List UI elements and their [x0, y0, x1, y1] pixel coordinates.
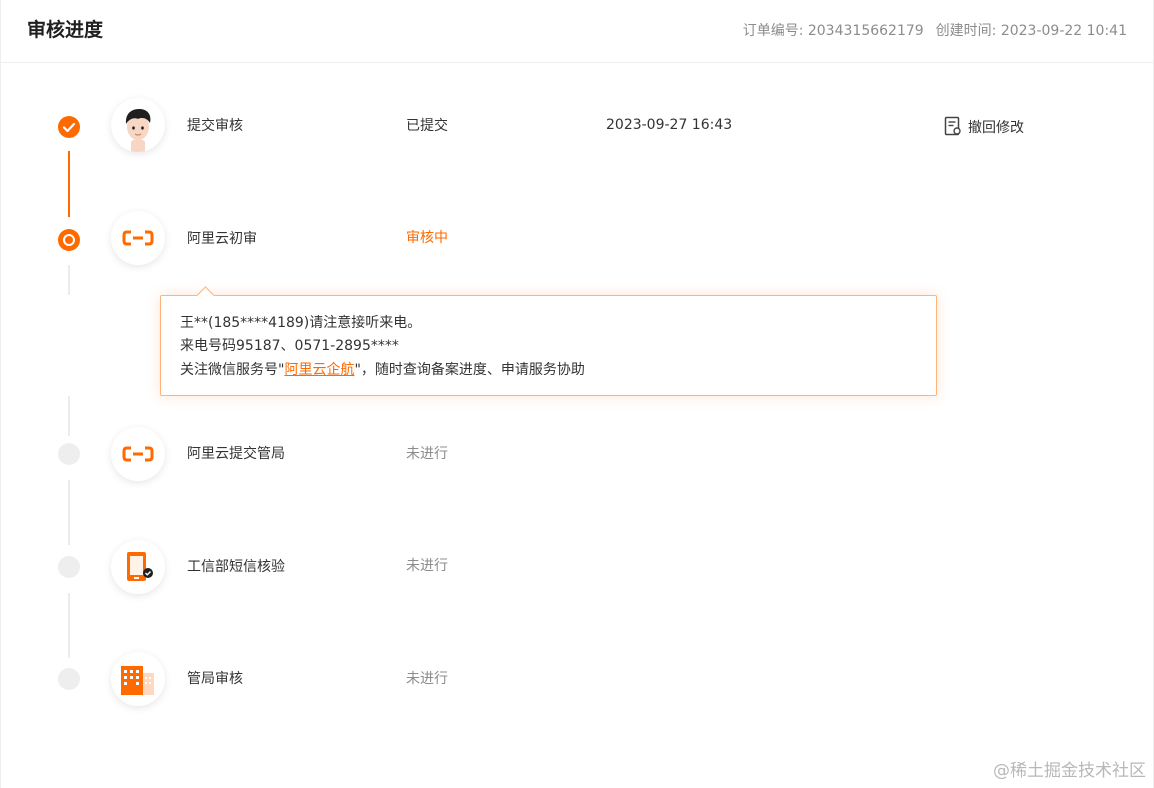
- timeline-connector-done: [68, 151, 70, 217]
- withdraw-edit-label: 撤回修改: [968, 120, 1024, 136]
- watermark: @稀土掘金技术社区: [993, 761, 1146, 781]
- order-meta: 订单编号: 2034315662179 创建时间: 2023-09-22 10:4…: [743, 21, 1127, 41]
- notice-wechat-suffix: "，随时查询备案进度、申请服务协助: [354, 362, 585, 378]
- building-icon: [111, 652, 165, 706]
- step-name: 阿里云提交管局: [187, 446, 285, 462]
- aliyun-qihang-link[interactable]: 阿里云企航: [284, 362, 354, 378]
- withdraw-edit-button[interactable]: 撤回修改: [944, 116, 1024, 138]
- step-status: 审核中: [406, 230, 448, 246]
- step-status: 未进行: [406, 446, 448, 462]
- step-name: 工信部短信核验: [187, 559, 285, 575]
- step-name: 阿里云初审: [187, 231, 257, 247]
- page-header: 审核进度 订单编号: 2034315662179 创建时间: 2023-09-22…: [1, 0, 1154, 63]
- step-name: 管局审核: [187, 671, 243, 687]
- aliyun-logo-icon: [111, 427, 165, 481]
- step-status-active-icon: [58, 229, 80, 251]
- phone-verify-icon: [111, 540, 165, 594]
- step-status-pending-icon: [58, 443, 80, 465]
- order-number: 订单编号: 2034315662179: [742, 23, 924, 39]
- timeline-connector: [68, 265, 70, 295]
- document-edit-icon: [944, 116, 961, 136]
- step-status-pending-icon: [58, 556, 80, 578]
- step-status-done-icon: [58, 116, 80, 138]
- step-status: 未进行: [406, 671, 448, 687]
- step-status: 已提交: [406, 118, 448, 134]
- notice-line-call: 王**(185****4189)请注意接听来电。: [180, 315, 422, 331]
- notice-line-phone: 来电号码95187、0571-2895****: [180, 338, 399, 354]
- step-name: 提交审核: [187, 118, 243, 134]
- step-status: 未进行: [406, 558, 448, 574]
- timeline-connector: [68, 593, 70, 658]
- step-time: 2023-09-27 16:43: [606, 117, 733, 133]
- notice-wechat-prefix: 关注微信服务号": [180, 362, 285, 378]
- timeline-connector: [68, 396, 70, 436]
- notice-tooltip: 王**(185****4189)请注意接听来电。 来电号码95187、0571-…: [160, 295, 937, 396]
- timeline-connector: [68, 480, 70, 545]
- created-time: 创建时间: 2023-09-22 10:41: [935, 23, 1127, 39]
- aliyun-logo-icon: [111, 211, 165, 265]
- notice-line-wechat: 关注微信服务号"阿里云企航"，随时查询备案进度、申请服务协助: [180, 360, 585, 380]
- user-avatar-icon: [111, 98, 165, 152]
- audit-progress-page: 审核进度 订单编号: 2034315662179 创建时间: 2023-09-22…: [0, 0, 1154, 788]
- step-status-pending-icon: [58, 668, 80, 690]
- page-title: 审核进度: [27, 19, 104, 41]
